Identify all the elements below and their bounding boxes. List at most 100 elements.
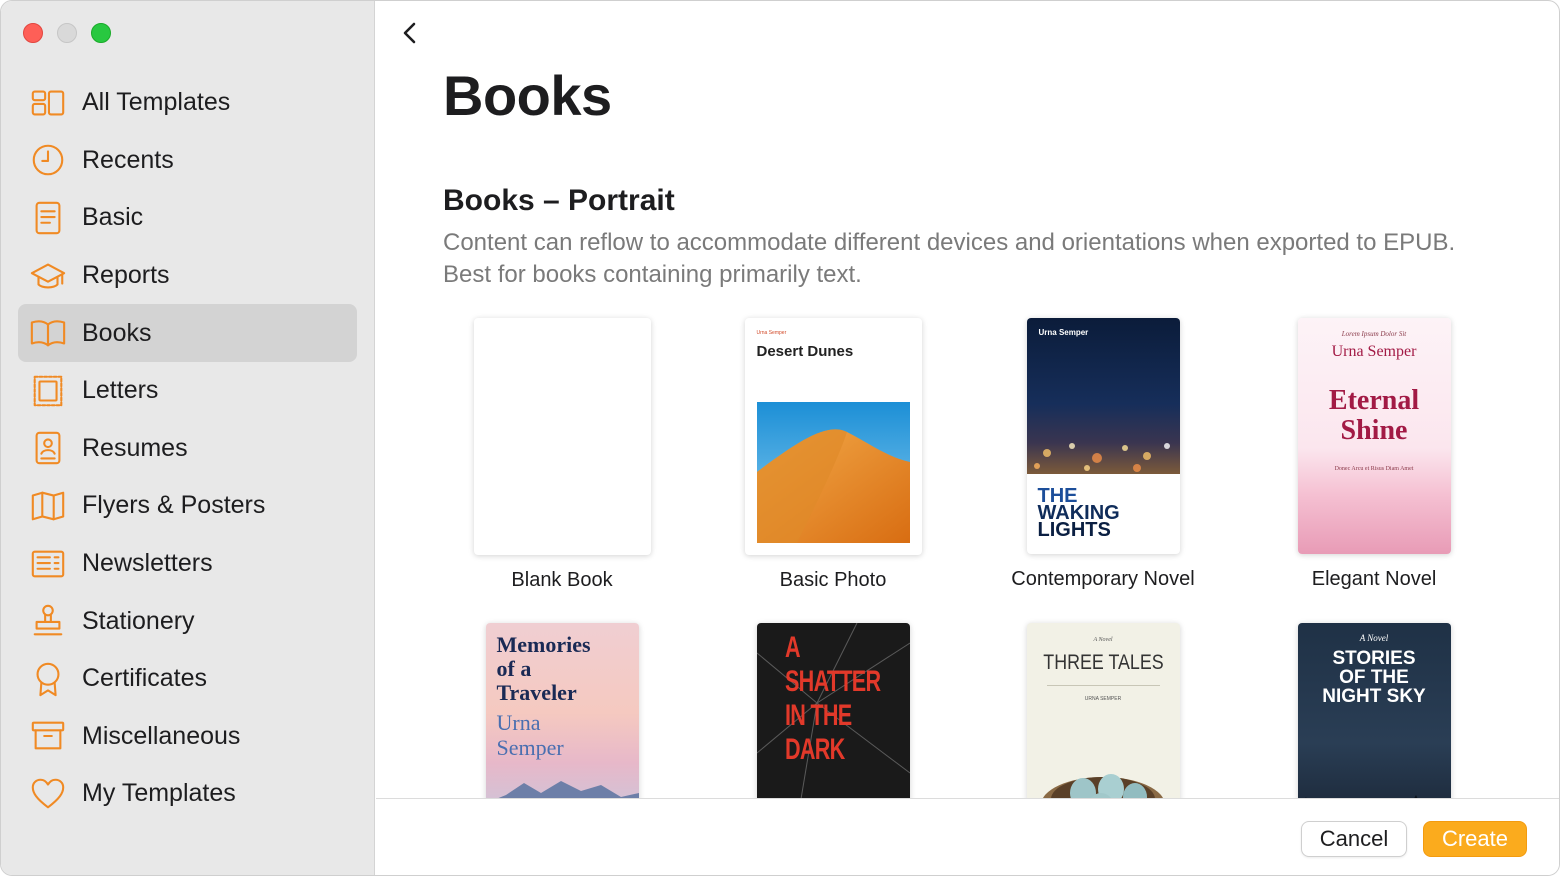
nest-with-eggs-graphic	[1042, 774, 1163, 798]
cover-author: URNA SEMPER	[1084, 696, 1122, 702]
category-list: All Templates Recents Basic Reports Book…	[18, 74, 357, 823]
back-button[interactable]	[396, 19, 424, 47]
cover-title: Eternal Shine	[1298, 386, 1451, 446]
template-short-stories[interactable]: A Novel THREE TALES URNA SEMPER	[983, 623, 1223, 798]
sidebar-item-label: All Templates	[82, 88, 231, 117]
sidebar-item-label: Miscellaneous	[82, 721, 241, 750]
template-contemporary-novel[interactable]: Urna Semper THE WAKING LIGHTS Contempora…	[983, 318, 1223, 591]
template-name: Blank Book	[511, 569, 613, 591]
sidebar-item-miscellaneous[interactable]: Miscellaneous	[18, 708, 357, 766]
cover-footer: Donec Arcu et Risus Diam Amet	[1334, 466, 1414, 472]
sidebar-item-recents[interactable]: Recents	[18, 132, 357, 190]
ribbon-icon	[28, 659, 68, 699]
person-document-icon	[28, 428, 68, 468]
stamp-frame-icon	[28, 371, 68, 411]
newspaper-icon	[28, 544, 68, 584]
template-thumbnail[interactable]: Urna Semper Desert Dunes	[744, 318, 922, 555]
city-lights-photo	[1026, 318, 1180, 474]
cover-author-line: Urna	[496, 710, 541, 735]
template-thumbnail[interactable]: Urna Semper THE WAKING LIGHTS	[1026, 318, 1180, 554]
mountain-graphic	[498, 781, 639, 798]
sidebar-item-label: Basic	[82, 203, 144, 232]
desert-photo	[756, 402, 910, 543]
template-thumbnail[interactable]: Lorem Ipsum Dolor Sit Urna Semper Eterna…	[1297, 318, 1451, 554]
sidebar-item-label: Recents	[82, 145, 174, 174]
document-icon	[28, 198, 68, 238]
template-chooser-window: All Templates Recents Basic Reports Book…	[0, 0, 1560, 876]
template-basic-photo[interactable]: Urna Semper Desert Dunes Basic Photo	[713, 318, 953, 592]
sidebar-item-flyers-posters[interactable]: Flyers & Posters	[18, 477, 357, 535]
template-thumbnail[interactable]: Memories of a Traveler Urna Semper	[485, 623, 639, 798]
cover-title-line: Shine	[1340, 415, 1408, 446]
template-blank-book[interactable]: Blank Book	[442, 318, 682, 592]
cover-title-line: STORIES	[1332, 648, 1416, 669]
rubber-stamp-icon	[28, 601, 68, 641]
cover-title-line: SHATTER	[784, 665, 881, 698]
sidebar-item-label: Certificates	[82, 664, 208, 693]
cover-kicker: Lorem Ipsum Dolor Sit	[1341, 330, 1407, 338]
grid-icon	[28, 83, 68, 123]
cover-title-line: IN THE	[784, 699, 852, 732]
cover-title-line: LIGHTS	[1037, 519, 1111, 541]
section-description: Content can reflow to accommodate differ…	[443, 229, 1456, 288]
template-name: Contemporary Novel	[1011, 568, 1195, 590]
sidebar-item-stationery[interactable]: Stationery	[18, 592, 357, 650]
template-gallery: Books Books – Portrait Content can reflo…	[376, 1, 1559, 798]
sidebar-item-resumes[interactable]: Resumes	[18, 420, 357, 478]
sidebar-item-label: Letters	[82, 376, 159, 405]
template-thumbnail[interactable]	[473, 318, 651, 555]
cover-author: Urna Semper	[1038, 328, 1089, 337]
maximize-window-button[interactable]	[91, 23, 111, 43]
page-title: Books	[443, 64, 612, 127]
sidebar-item-label: My Templates	[82, 779, 236, 808]
create-button[interactable]: Create	[1423, 821, 1527, 857]
cover-author-line: Semper	[496, 735, 564, 760]
archive-box-icon	[28, 716, 68, 756]
sidebar-item-label: Newsletters	[82, 549, 213, 578]
sidebar-item-label: Reports	[82, 261, 170, 290]
cover-title-line: Traveler	[496, 680, 577, 705]
cover-title: THREE TALES	[1042, 651, 1164, 674]
sidebar-item-my-templates[interactable]: My Templates	[18, 765, 357, 823]
cover-title-line: Memories	[496, 632, 591, 657]
cover-title: STORIES OF THE NIGHT SKY	[1298, 649, 1451, 706]
template-name: Basic Photo	[779, 569, 887, 591]
template-thumbnail[interactable]: A SHATTER IN THE DARK	[756, 623, 910, 798]
sidebar-item-label: Stationery	[82, 606, 195, 635]
template-thumbnail[interactable]: A Novel THREE TALES URNA SEMPER	[1026, 623, 1180, 798]
cover-title-line: OF THE	[1339, 667, 1409, 688]
cover-title: Desert Dunes	[756, 343, 854, 360]
cover-title-line: Eternal	[1328, 385, 1420, 416]
sidebar-item-all-templates[interactable]: All Templates	[18, 74, 357, 132]
sidebar-item-certificates[interactable]: Certificates	[18, 650, 357, 708]
cover-title-line: DARK	[784, 733, 845, 766]
sidebar-item-label: Flyers & Posters	[82, 491, 266, 520]
sidebar-item-reports[interactable]: Reports	[18, 247, 357, 305]
sidebar-item-basic[interactable]: Basic	[18, 189, 357, 247]
cover-title-line: A	[784, 631, 801, 664]
cover-kicker: A Novel	[1093, 637, 1113, 643]
sidebar-item-label: Books	[82, 318, 152, 347]
open-book-icon	[28, 313, 68, 353]
close-window-button[interactable]	[23, 23, 43, 43]
folded-map-icon	[28, 486, 68, 526]
template-elegant-novel[interactable]: Lorem Ipsum Dolor Sit Urna Semper Eterna…	[1254, 318, 1494, 591]
cover-rule	[1046, 685, 1160, 686]
chevron-left-icon	[403, 22, 416, 44]
sidebar-item-letters[interactable]: Letters	[18, 362, 357, 420]
template-thumbnail[interactable]: A Novel STORIES OF THE NIGHT SKY	[1297, 623, 1451, 798]
sidebar-item-books[interactable]: Books	[18, 304, 357, 362]
cover-title-line: NIGHT SKY	[1322, 686, 1426, 707]
minimize-window-button[interactable]	[57, 23, 77, 43]
cancel-button[interactable]: Cancel	[1301, 821, 1407, 857]
cover-title: Memories of a Traveler	[497, 633, 591, 705]
cover-title: THE WAKING LIGHTS	[1037, 486, 1120, 541]
template-travel-memoir[interactable]: Memories of a Traveler Urna Semper	[442, 623, 682, 798]
sidebar-item-newsletters[interactable]: Newsletters	[18, 535, 357, 593]
template-night-sky-novel[interactable]: A Novel STORIES OF THE NIGHT SKY	[1254, 623, 1494, 798]
heart-icon	[28, 774, 68, 814]
window-controls	[23, 23, 111, 43]
dialog-footer: Cancel Create	[376, 798, 1559, 875]
cover-kicker: A Novel	[1359, 633, 1389, 643]
template-thriller-novel[interactable]: A SHATTER IN THE DARK	[713, 623, 953, 798]
